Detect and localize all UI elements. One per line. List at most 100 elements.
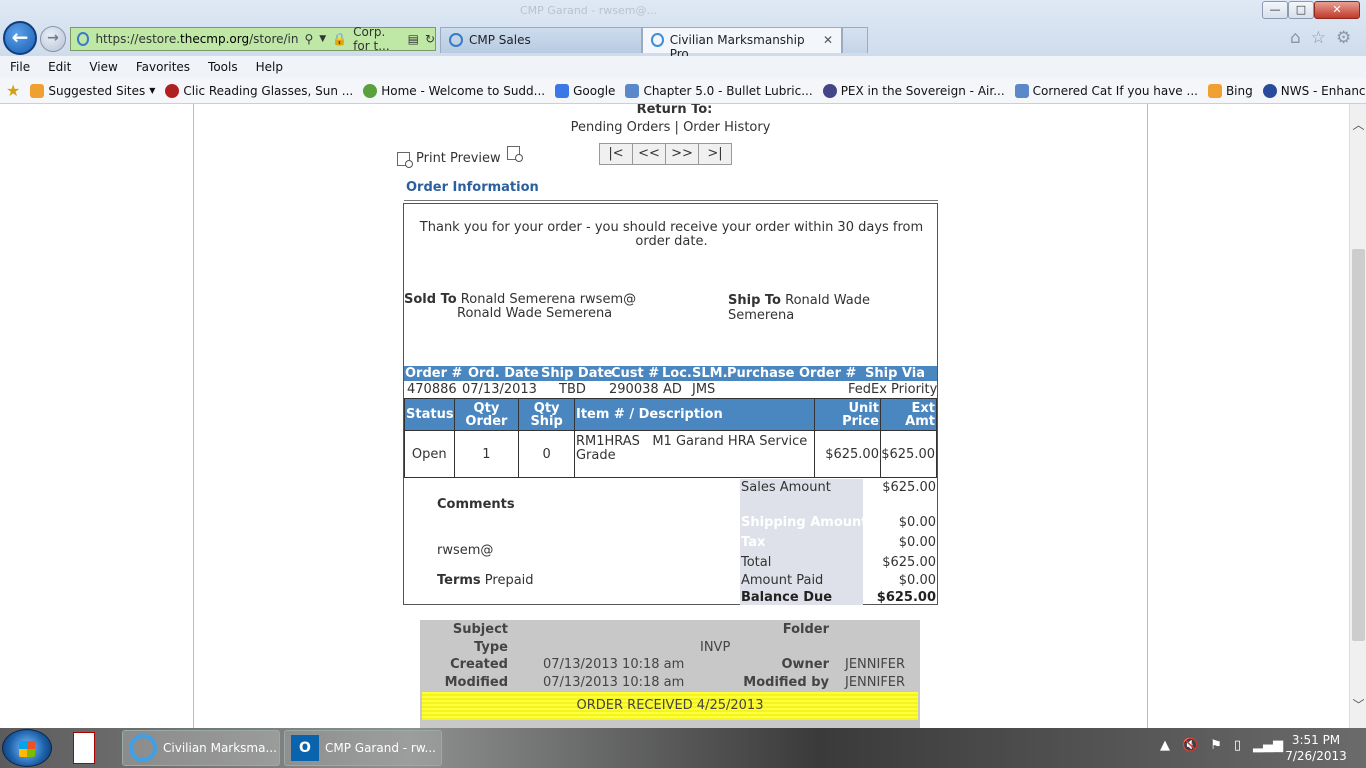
ship-date: TBD [559,382,586,397]
ship-to-label: Ship To [728,293,781,308]
ie-page-icon [651,33,664,47]
new-tab-button[interactable] [842,27,868,53]
menu-file[interactable]: File [10,60,40,74]
outlook-icon: O [291,735,319,761]
bing-icon [1207,83,1222,98]
forward-button[interactable]: → [40,26,66,52]
loading-icon [363,83,378,98]
taskbar-item-ie[interactable]: Civilian Marksma... [122,730,280,766]
item-ext-amt: $625.00 [879,430,938,478]
col-item-description: Item # / Description [573,398,815,431]
terms-label: Terms [437,573,481,588]
col-ship-date: Ship Date [541,366,613,381]
minimize-button[interactable]: — [1262,1,1288,19]
print-preview-icon[interactable] [506,146,523,162]
taskbar: Civilian Marksma... O CMP Garand - rw...… [0,728,1366,768]
security-identity[interactable]: Corp. for t... [353,25,401,53]
print-preview-label[interactable]: Print Preview [416,151,501,166]
refresh-icon[interactable]: ↻ [425,32,435,46]
slm: JMS [692,382,716,397]
fav-nws[interactable]: NWS - Enhanced Doppler ... [1262,83,1366,98]
print-preview-icon[interactable] [397,152,413,168]
clock-date: 7/26/2013 [1285,749,1347,763]
fav-sudd[interactable]: Home - Welcome to Sudd... [363,83,545,98]
window-title: CMP Garand - rwsem@... [520,4,657,17]
ie-page-icon [625,83,640,98]
comments-label: Comments [437,497,515,512]
favorites-star-icon[interactable]: ☆ [1311,28,1326,48]
last-record-button[interactable]: >| [698,143,732,165]
table-row: Open 1 0 RM1HRAS M1 Garand HRA Service Gr… [404,430,938,478]
home-icon[interactable]: ⌂ [1290,28,1301,48]
terms-value: Prepaid [484,573,534,588]
menu-favorites[interactable]: Favorites [136,60,200,74]
terms: Terms Prepaid [437,573,534,588]
col-qty-order: Qty Order [453,398,520,431]
fav-clic-glasses[interactable]: Clic Reading Glasses, Sun ... [165,83,353,98]
sold-to-line2: Ronald Wade Semerena [457,306,613,321]
items-header-row: Status Qty Order Qty Ship Item # / Descrip… [404,398,938,431]
next-record-button[interactable]: >> [665,143,699,165]
compatibility-icon[interactable]: ▤ [408,32,419,46]
menu-help[interactable]: Help [256,60,293,74]
favorites-bar: ★ Suggested Sites ▼ Clic Reading Glasses,… [0,78,1366,104]
first-record-button[interactable]: |< [599,143,633,165]
fav-cornered-cat[interactable]: Cornered Cat If you have ... [1014,83,1198,98]
maximize-button[interactable]: □ [1288,1,1314,19]
clock-time: 3:51 PM [1291,733,1341,747]
order-history-link[interactable]: Order History [683,120,770,135]
volume-muted-icon[interactable]: 🔇 [1182,738,1198,753]
col-status: Status [404,398,455,431]
menu-view[interactable]: View [89,60,127,74]
fav-google[interactable]: Google [555,83,615,98]
fav-suggested-sites[interactable]: Suggested Sites ▼ [30,83,155,98]
site-icon [449,33,463,47]
return-to-label: Return To: [636,104,713,117]
show-hidden-icons-icon[interactable]: ▲ [1160,738,1170,753]
item-unit-price: $625.00 [813,430,881,478]
scroll-down-icon[interactable]: ﹀ [1352,696,1365,713]
order-box: Thank you for your order - you should re… [403,203,938,605]
chevron-down-icon[interactable]: ▼ [319,34,326,44]
nws-icon [1262,83,1277,98]
vertical-scrollbar[interactable]: ︿ ﹀ [1349,104,1366,728]
clock[interactable]: 3:51 PM 7/26/2013 [1282,732,1350,764]
favorites-star-icon[interactable]: ★ [6,81,20,100]
print-preview[interactable]: Print Preview [397,146,523,168]
cust-number: 290038 [609,382,659,397]
pending-orders-link[interactable]: Pending Orders [571,120,671,135]
sold-to-line1: Ronald Semerena rwsem@ [460,292,637,307]
return-links: Pending Orders | Order History [0,120,1341,135]
search-icon[interactable]: ⚲ [305,32,314,46]
order-header-row: Order # Ord. Date Ship Date Cust # Loc. … [404,366,937,381]
item-qty-ship: 0 [518,430,575,478]
fav-chapter-5[interactable]: Chapter 5.0 - Bullet Lubric... [625,83,813,98]
gear-icon[interactable]: ⚙ [1336,28,1351,48]
network-signal-icon[interactable]: ▂▄▆ [1253,738,1283,753]
scroll-thumb[interactable] [1352,249,1365,641]
url-text[interactable]: https://estore.thecmp.org/store/in [95,32,298,46]
battery-icon[interactable]: ▯ [1234,738,1241,753]
menu-edit[interactable]: Edit [48,60,81,74]
comments-email: rwsem@ [437,543,494,558]
address-bar[interactable]: https://estore.thecmp.org/store/in ⚲ ▼ 🔒… [70,25,436,53]
close-window-button[interactable]: ✕ [1314,1,1360,19]
site-icon [165,83,180,98]
lock-icon[interactable]: 🔒 [332,32,347,46]
tab-civilian-marksmanship[interactable]: Civilian Marksmanship Pro... ✕ [642,27,842,61]
col-unit-price: Unit Price [813,398,881,431]
sold-to-label: Sold To [404,292,457,307]
action-center-flag-icon[interactable]: ⚑ [1210,738,1222,753]
start-button[interactable] [2,729,52,767]
menu-tools[interactable]: Tools [208,60,248,74]
solitaire-icon[interactable] [73,732,95,764]
back-button[interactable]: ← [3,21,37,55]
tab-cmp-sales[interactable]: CMP Sales [440,27,642,53]
fav-pex[interactable]: PEX in the Sovereign - Air... [822,83,1005,98]
close-tab-icon[interactable]: ✕ [823,33,833,47]
fav-bing[interactable]: Bing [1207,83,1253,98]
previous-record-button[interactable]: << [632,143,666,165]
scroll-up-icon[interactable]: ︿ [1352,116,1365,133]
taskbar-item-outlook[interactable]: O CMP Garand - rw... [284,730,442,766]
page-icon [77,32,90,46]
